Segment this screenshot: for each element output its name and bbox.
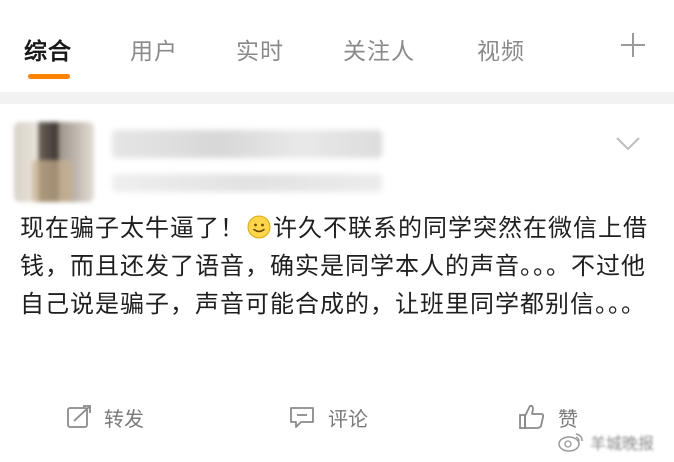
username-redacted[interactable] xyxy=(112,130,382,158)
repost-label: 转发 xyxy=(104,406,144,431)
thumbs-up-icon xyxy=(519,404,545,429)
weibo-logo-icon xyxy=(558,433,583,452)
post-meta-redacted xyxy=(112,174,382,192)
tab-realtime[interactable]: 实时 xyxy=(236,32,284,66)
tab-video[interactable]: 视频 xyxy=(477,32,525,66)
repost-icon xyxy=(67,405,91,428)
plus-icon[interactable] xyxy=(618,30,648,60)
search-tab-bar: 综合 用户 实时 关注人 视频 xyxy=(0,0,674,92)
comment-icon xyxy=(290,407,314,428)
active-tab-indicator xyxy=(28,74,70,79)
chevron-down-icon[interactable] xyxy=(614,134,642,154)
like-label: 赞 xyxy=(558,406,578,431)
tab-comprehensive[interactable]: 综合 xyxy=(24,32,72,66)
avatar[interactable] xyxy=(14,122,94,202)
section-divider xyxy=(0,92,674,104)
post-text: 现在骗子太牛逼了！ 许久不联系的同学突然在微信上借钱，而且还发了语音，确实是同学… xyxy=(20,209,650,323)
comment-label: 评论 xyxy=(328,406,368,431)
like-button[interactable]: 赞 xyxy=(518,402,578,432)
smile-icon xyxy=(247,215,271,239)
weibo-post-card: 现在骗子太牛逼了！ 许久不联系的同学突然在微信上借钱，而且还发了语音，确实是同学… xyxy=(0,104,674,462)
tab-users[interactable]: 用户 xyxy=(130,32,178,66)
tab-following[interactable]: 关注人 xyxy=(343,32,415,66)
post-text-part-1: 现在骗子太牛逼了！ xyxy=(20,214,245,242)
watermark-text: 羊城晚报 xyxy=(589,434,654,453)
watermark: 羊城晚报 xyxy=(558,430,654,454)
comment-button[interactable]: 评论 xyxy=(288,402,368,432)
repost-button[interactable]: 转发 xyxy=(66,402,144,432)
